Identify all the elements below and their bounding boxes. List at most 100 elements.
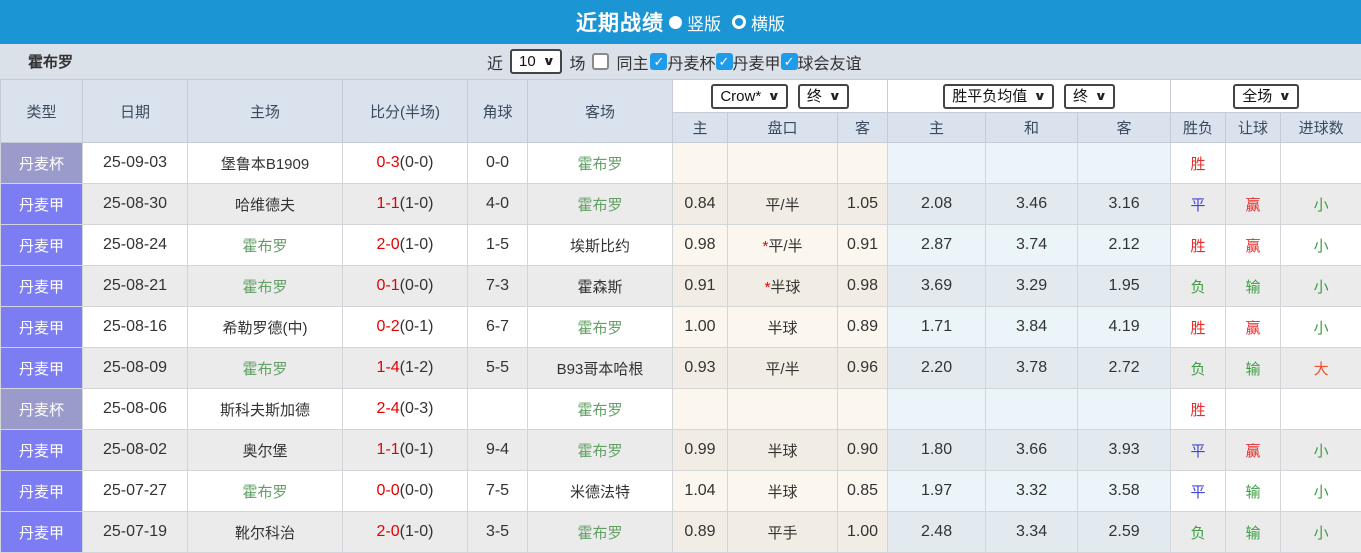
avg-type-select[interactable]: 胜平负均值 ∨ (943, 84, 1054, 109)
result-group-header: 全场 ∨ (1171, 80, 1361, 113)
cell-home-team[interactable]: 斯科夫斯加德 (188, 389, 343, 430)
avg-time-select[interactable]: 终 ∨ (1064, 84, 1115, 109)
cell-odds-away: 0.85 (838, 471, 888, 512)
cell-home-team[interactable]: 霍布罗 (188, 348, 343, 389)
cell-result-goals (1281, 143, 1361, 184)
cell-odds-home: 0.91 (673, 266, 728, 307)
cell-avg-draw (986, 389, 1078, 430)
cell-home-team[interactable]: 奥尔堡 (188, 430, 343, 471)
cell-result-goals: 小 (1281, 184, 1361, 225)
cell-home-team[interactable]: 希勒罗德(中) (188, 307, 343, 348)
chevron-down-icon: ∨ (1034, 87, 1047, 106)
header-corners: 角球 (468, 80, 528, 143)
checkbox-checked-icon[interactable]: ✓ (781, 53, 798, 70)
cell-corners: 6-7 (468, 307, 528, 348)
cell-away-team[interactable]: 霍布罗 (528, 307, 673, 348)
cell-avg-away: 3.58 (1078, 471, 1171, 512)
table-row: 丹麦甲25-08-16希勒罗德(中)0-2(0-1)6-7霍布罗1.00半球0.… (1, 307, 1361, 348)
cell-odds-home: 0.98 (673, 225, 728, 266)
team-name: 霍布罗 (28, 51, 73, 72)
checkbox-checked-icon[interactable]: ✓ (716, 53, 733, 70)
cell-corners: 3-5 (468, 512, 528, 553)
cell-date: 25-08-02 (83, 430, 188, 471)
avg-type-value: 胜平负均值 (952, 87, 1027, 106)
cell-away-team[interactable]: 米德法特 (528, 471, 673, 512)
cell-avg-home: 1.71 (888, 307, 986, 348)
period-select[interactable]: 全场 ∨ (1233, 84, 1299, 109)
cell-away-team[interactable]: 霍布罗 (528, 512, 673, 553)
cell-home-team[interactable]: 哈维德夫 (188, 184, 343, 225)
cell-odds-away: 0.91 (838, 225, 888, 266)
cell-result-handicap: 赢 (1226, 225, 1281, 266)
odds-company-select[interactable]: Crow* ∨ (711, 84, 788, 109)
header-home: 主场 (188, 80, 343, 143)
radio-selected-icon[interactable] (669, 16, 682, 29)
cell-date: 25-08-30 (83, 184, 188, 225)
cell-away-team[interactable]: 霍布罗 (528, 143, 673, 184)
cell-away-team[interactable]: 霍布罗 (528, 184, 673, 225)
cell-odds-home (673, 143, 728, 184)
table-row: 丹麦甲25-08-24霍布罗2-0(1-0)1-5埃斯比约0.98*平/半0.9… (1, 225, 1361, 266)
results-table: 类型 日期 主场 比分(半场) 角球 客场 Crow* ∨ 终 ∨ (0, 79, 1361, 553)
cell-odds-home: 1.00 (673, 307, 728, 348)
layout-option-vertical[interactable]: 竖版 (669, 10, 721, 35)
subheader-odds-home: 主 (673, 113, 728, 143)
cell-competition-type: 丹麦杯 (1, 389, 83, 430)
odds-time-select[interactable]: 终 ∨ (798, 84, 849, 109)
cell-home-team[interactable]: 霍布罗 (188, 225, 343, 266)
checkbox-checked-icon[interactable]: ✓ (650, 53, 667, 70)
cell-avg-home: 2.87 (888, 225, 986, 266)
subheader-odds-away: 客 (838, 113, 888, 143)
cell-home-team[interactable]: 靴尔科治 (188, 512, 343, 553)
cell-result-handicap (1226, 389, 1281, 430)
cell-odds-away: 0.98 (838, 266, 888, 307)
competition-label[interactable]: 球会友谊 (798, 50, 862, 74)
cell-result-goals: 小 (1281, 471, 1361, 512)
cell-result-handicap: 输 (1226, 471, 1281, 512)
cell-odds-home: 0.93 (673, 348, 728, 389)
layout-option-horizontal[interactable]: 横版 (732, 10, 785, 35)
cell-competition-type: 丹麦甲 (1, 348, 83, 389)
cell-home-team[interactable]: 霍布罗 (188, 471, 343, 512)
competition-filter-danish-1st[interactable]: ✓ 丹麦甲 (716, 50, 781, 74)
cell-corners: 5-5 (468, 348, 528, 389)
cell-competition-type: 丹麦甲 (1, 225, 83, 266)
cell-result-wdl: 平 (1171, 430, 1226, 471)
competition-label[interactable]: 丹麦杯 (667, 50, 715, 74)
same-home-label[interactable]: 同主 (616, 50, 648, 74)
cell-handicap: *平/半 (728, 225, 838, 266)
radio-unselected-icon[interactable] (732, 15, 746, 29)
odds-group-header: Crow* ∨ 终 ∨ (673, 80, 888, 113)
results-table-body: 丹麦杯25-09-03堡鲁本B19090-3(0-0)0-0霍布罗胜丹麦甲25-… (1, 143, 1361, 553)
cell-result-wdl: 胜 (1171, 389, 1226, 430)
competition-label[interactable]: 丹麦甲 (733, 50, 781, 74)
cell-competition-type: 丹麦甲 (1, 512, 83, 553)
layout-option-vertical-label[interactable]: 竖版 (687, 10, 721, 35)
competition-filter-club-friendly[interactable]: ✓ 球会友谊 (781, 50, 862, 74)
cell-avg-draw: 3.66 (986, 430, 1078, 471)
cell-away-team[interactable]: 埃斯比约 (528, 225, 673, 266)
cell-away-team[interactable]: 霍布罗 (528, 389, 673, 430)
cell-away-team[interactable]: 霍布罗 (528, 430, 673, 471)
competition-filter-danish-cup[interactable]: ✓ 丹麦杯 (650, 50, 715, 74)
page-title: 近期战绩 (576, 7, 664, 37)
cell-avg-home: 2.48 (888, 512, 986, 553)
cell-result-goals: 大 (1281, 348, 1361, 389)
cell-date: 25-09-03 (83, 143, 188, 184)
cell-home-team[interactable]: 堡鲁本B1909 (188, 143, 343, 184)
header-score: 比分(半场) (343, 80, 468, 143)
cell-result-handicap: 赢 (1226, 430, 1281, 471)
cell-date: 25-07-27 (83, 471, 188, 512)
recent-count-select[interactable]: 10 ∨ (510, 49, 562, 74)
period-value: 全场 (1242, 87, 1272, 106)
cell-home-team[interactable]: 霍布罗 (188, 266, 343, 307)
layout-option-horizontal-label[interactable]: 横版 (751, 10, 785, 35)
odds-company-value: Crow* (720, 87, 761, 106)
cell-date: 25-08-06 (83, 389, 188, 430)
cell-avg-draw: 3.78 (986, 348, 1078, 389)
same-home-checkbox[interactable] (592, 53, 609, 70)
cell-away-team[interactable]: B93哥本哈根 (528, 348, 673, 389)
table-row: 丹麦甲25-08-09霍布罗1-4(1-2)5-5B93哥本哈根0.93平/半0… (1, 348, 1361, 389)
table-row: 丹麦甲25-08-02奥尔堡1-1(0-1)9-4霍布罗0.99半球0.901.… (1, 430, 1361, 471)
cell-away-team[interactable]: 霍森斯 (528, 266, 673, 307)
